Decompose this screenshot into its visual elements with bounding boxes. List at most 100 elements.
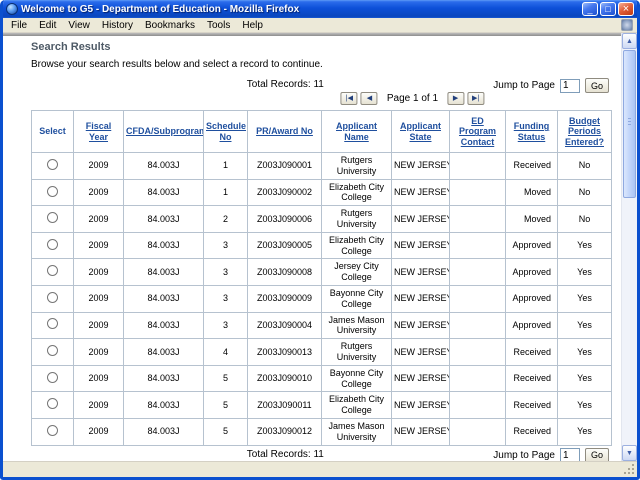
cell-applicant-name: Bayonne City College <box>322 286 392 313</box>
cell-budget-periods: Yes <box>558 418 612 445</box>
menu-item[interactable]: View <box>62 20 96 31</box>
cell-schedule-no: 3 <box>204 286 248 313</box>
total-records-label: Total Records: 11 <box>247 449 324 460</box>
cell-applicant-name: Rutgers University <box>322 206 392 233</box>
column-header-applicant-name[interactable]: Applicant Name <box>322 111 392 153</box>
cell-cfda-subprogram: 84.003J <box>124 206 204 233</box>
column-header-fiscal-year[interactable]: Fiscal Year <box>74 111 124 153</box>
cell-select <box>32 286 74 313</box>
go-button[interactable]: Go <box>585 448 609 461</box>
menu-item[interactable]: Edit <box>33 20 62 31</box>
scrollbar-thumb[interactable] <box>623 50 636 198</box>
cell-applicant-state: NEW JERSEY <box>392 312 450 339</box>
cell-cfda-subprogram: 84.003J <box>124 392 204 419</box>
scroll-up-arrow-icon[interactable]: ▲ <box>622 33 637 49</box>
search-results-page: Search Results Browse your search result… <box>3 36 621 461</box>
cell-fiscal-year: 2009 <box>74 206 124 233</box>
title-bar[interactable]: Welcome to G5 - Department of Education … <box>3 0 637 18</box>
result-row: 2009 84.003J 5 Z003J090010 Bayonne City … <box>32 365 612 392</box>
cell-fiscal-year: 2009 <box>74 179 124 206</box>
column-header-funding-status[interactable]: Funding Status <box>506 111 558 153</box>
cell-select <box>32 206 74 233</box>
next-page-button[interactable]: ▶ <box>447 92 464 105</box>
browser-content: Search Results Browse your search result… <box>3 33 637 461</box>
cell-budget-periods: No <box>558 179 612 206</box>
cell-cfda-subprogram: 84.003J <box>124 365 204 392</box>
column-header-applicant-state[interactable]: Applicant State <box>392 111 450 153</box>
select-record-radio[interactable] <box>47 159 58 170</box>
select-record-radio[interactable] <box>47 239 58 250</box>
cell-applicant-state: NEW JERSEY <box>392 259 450 286</box>
cell-pr-award-no: Z003J090009 <box>248 286 322 313</box>
select-record-radio[interactable] <box>47 425 58 436</box>
cell-select <box>32 392 74 419</box>
maximize-button[interactable]: □ <box>600 2 616 16</box>
cell-funding-status: Approved <box>506 286 558 313</box>
menu-item[interactable]: File <box>5 20 33 31</box>
select-record-radio[interactable] <box>47 292 58 303</box>
menu-item[interactable]: History <box>96 20 139 31</box>
first-page-button[interactable]: |◀ <box>341 92 358 105</box>
cell-ed-program-contact <box>450 418 506 445</box>
select-record-radio[interactable] <box>47 345 58 356</box>
menu-item[interactable]: Bookmarks <box>139 20 201 31</box>
cell-fiscal-year: 2009 <box>74 153 124 180</box>
cell-select <box>32 418 74 445</box>
cell-schedule-no: 5 <box>204 392 248 419</box>
cell-funding-status: Received <box>506 365 558 392</box>
close-button[interactable]: × <box>618 2 634 16</box>
column-header-pr-award-no[interactable]: PR/Award No <box>248 111 322 153</box>
scroll-down-arrow-icon[interactable]: ▼ <box>622 445 637 461</box>
cell-applicant-state: NEW JERSEY <box>392 286 450 313</box>
result-row: 2009 84.003J 5 Z003J090011 Elizabeth Cit… <box>32 392 612 419</box>
cell-ed-program-contact <box>450 365 506 392</box>
search-results-table: Select Fiscal Year CFDA/Subprogram Sched… <box>31 110 612 446</box>
cell-ed-program-contact <box>450 179 506 206</box>
scrollbar-track[interactable] <box>622 49 637 445</box>
pagination-bar-top: Total Records: 11 |◀ ◀ Page 1 of 1 ▶ ▶| … <box>31 78 609 108</box>
resize-grip[interactable] <box>624 464 635 475</box>
cell-fiscal-year: 2009 <box>74 312 124 339</box>
cell-schedule-no: 3 <box>204 232 248 259</box>
select-record-radio[interactable] <box>47 372 58 383</box>
cell-funding-status: Moved <box>506 179 558 206</box>
cell-schedule-no: 1 <box>204 153 248 180</box>
prev-page-button[interactable]: ◀ <box>361 92 378 105</box>
jump-to-page-input[interactable] <box>560 79 580 93</box>
select-record-radio[interactable] <box>47 212 58 223</box>
select-record-radio[interactable] <box>47 186 58 197</box>
cell-select <box>32 179 74 206</box>
cell-applicant-state: NEW JERSEY <box>392 232 450 259</box>
cell-fiscal-year: 2009 <box>74 392 124 419</box>
pagination-bar-bottom: Total Records: 11 |◀ ◀ Page 1 of 1 ▶ ▶| … <box>31 448 609 461</box>
minimize-button[interactable]: _ <box>582 2 598 16</box>
select-record-radio[interactable] <box>47 318 58 329</box>
jump-to-page-input[interactable] <box>560 448 580 461</box>
cell-cfda-subprogram: 84.003J <box>124 153 204 180</box>
maximize-icon: □ <box>605 4 610 14</box>
last-page-button[interactable]: ▶| <box>467 92 484 105</box>
cell-pr-award-no: Z003J090002 <box>248 179 322 206</box>
result-row: 2009 84.003J 3 Z003J090009 Bayonne City … <box>32 286 612 313</box>
select-record-radio[interactable] <box>47 265 58 276</box>
activity-indicator-icon <box>621 19 633 31</box>
cell-applicant-name: Elizabeth City College <box>322 232 392 259</box>
cell-funding-status: Received <box>506 392 558 419</box>
cell-select <box>32 312 74 339</box>
column-header-select: Select <box>32 111 74 153</box>
cell-cfda-subprogram: 84.003J <box>124 286 204 313</box>
menu-item[interactable]: Tools <box>201 20 236 31</box>
column-header-ed-program-contact[interactable]: ED Program Contact <box>450 111 506 153</box>
column-header-schedule-no[interactable]: Schedule No <box>204 111 248 153</box>
column-header-budget-periods[interactable]: Budget Periods Entered? <box>558 111 612 153</box>
go-button[interactable]: Go <box>585 78 609 93</box>
menu-item[interactable]: Help <box>236 20 269 31</box>
cell-cfda-subprogram: 84.003J <box>124 232 204 259</box>
result-row: 2009 84.003J 3 Z003J090005 Elizabeth Cit… <box>32 232 612 259</box>
select-record-radio[interactable] <box>47 398 58 409</box>
cell-budget-periods: No <box>558 153 612 180</box>
cell-funding-status: Received <box>506 339 558 366</box>
cell-funding-status: Received <box>506 418 558 445</box>
result-row: 2009 84.003J 1 Z003J090002 Elizabeth Cit… <box>32 179 612 206</box>
column-header-cfda-subprogram[interactable]: CFDA/Subprogram <box>124 111 204 153</box>
